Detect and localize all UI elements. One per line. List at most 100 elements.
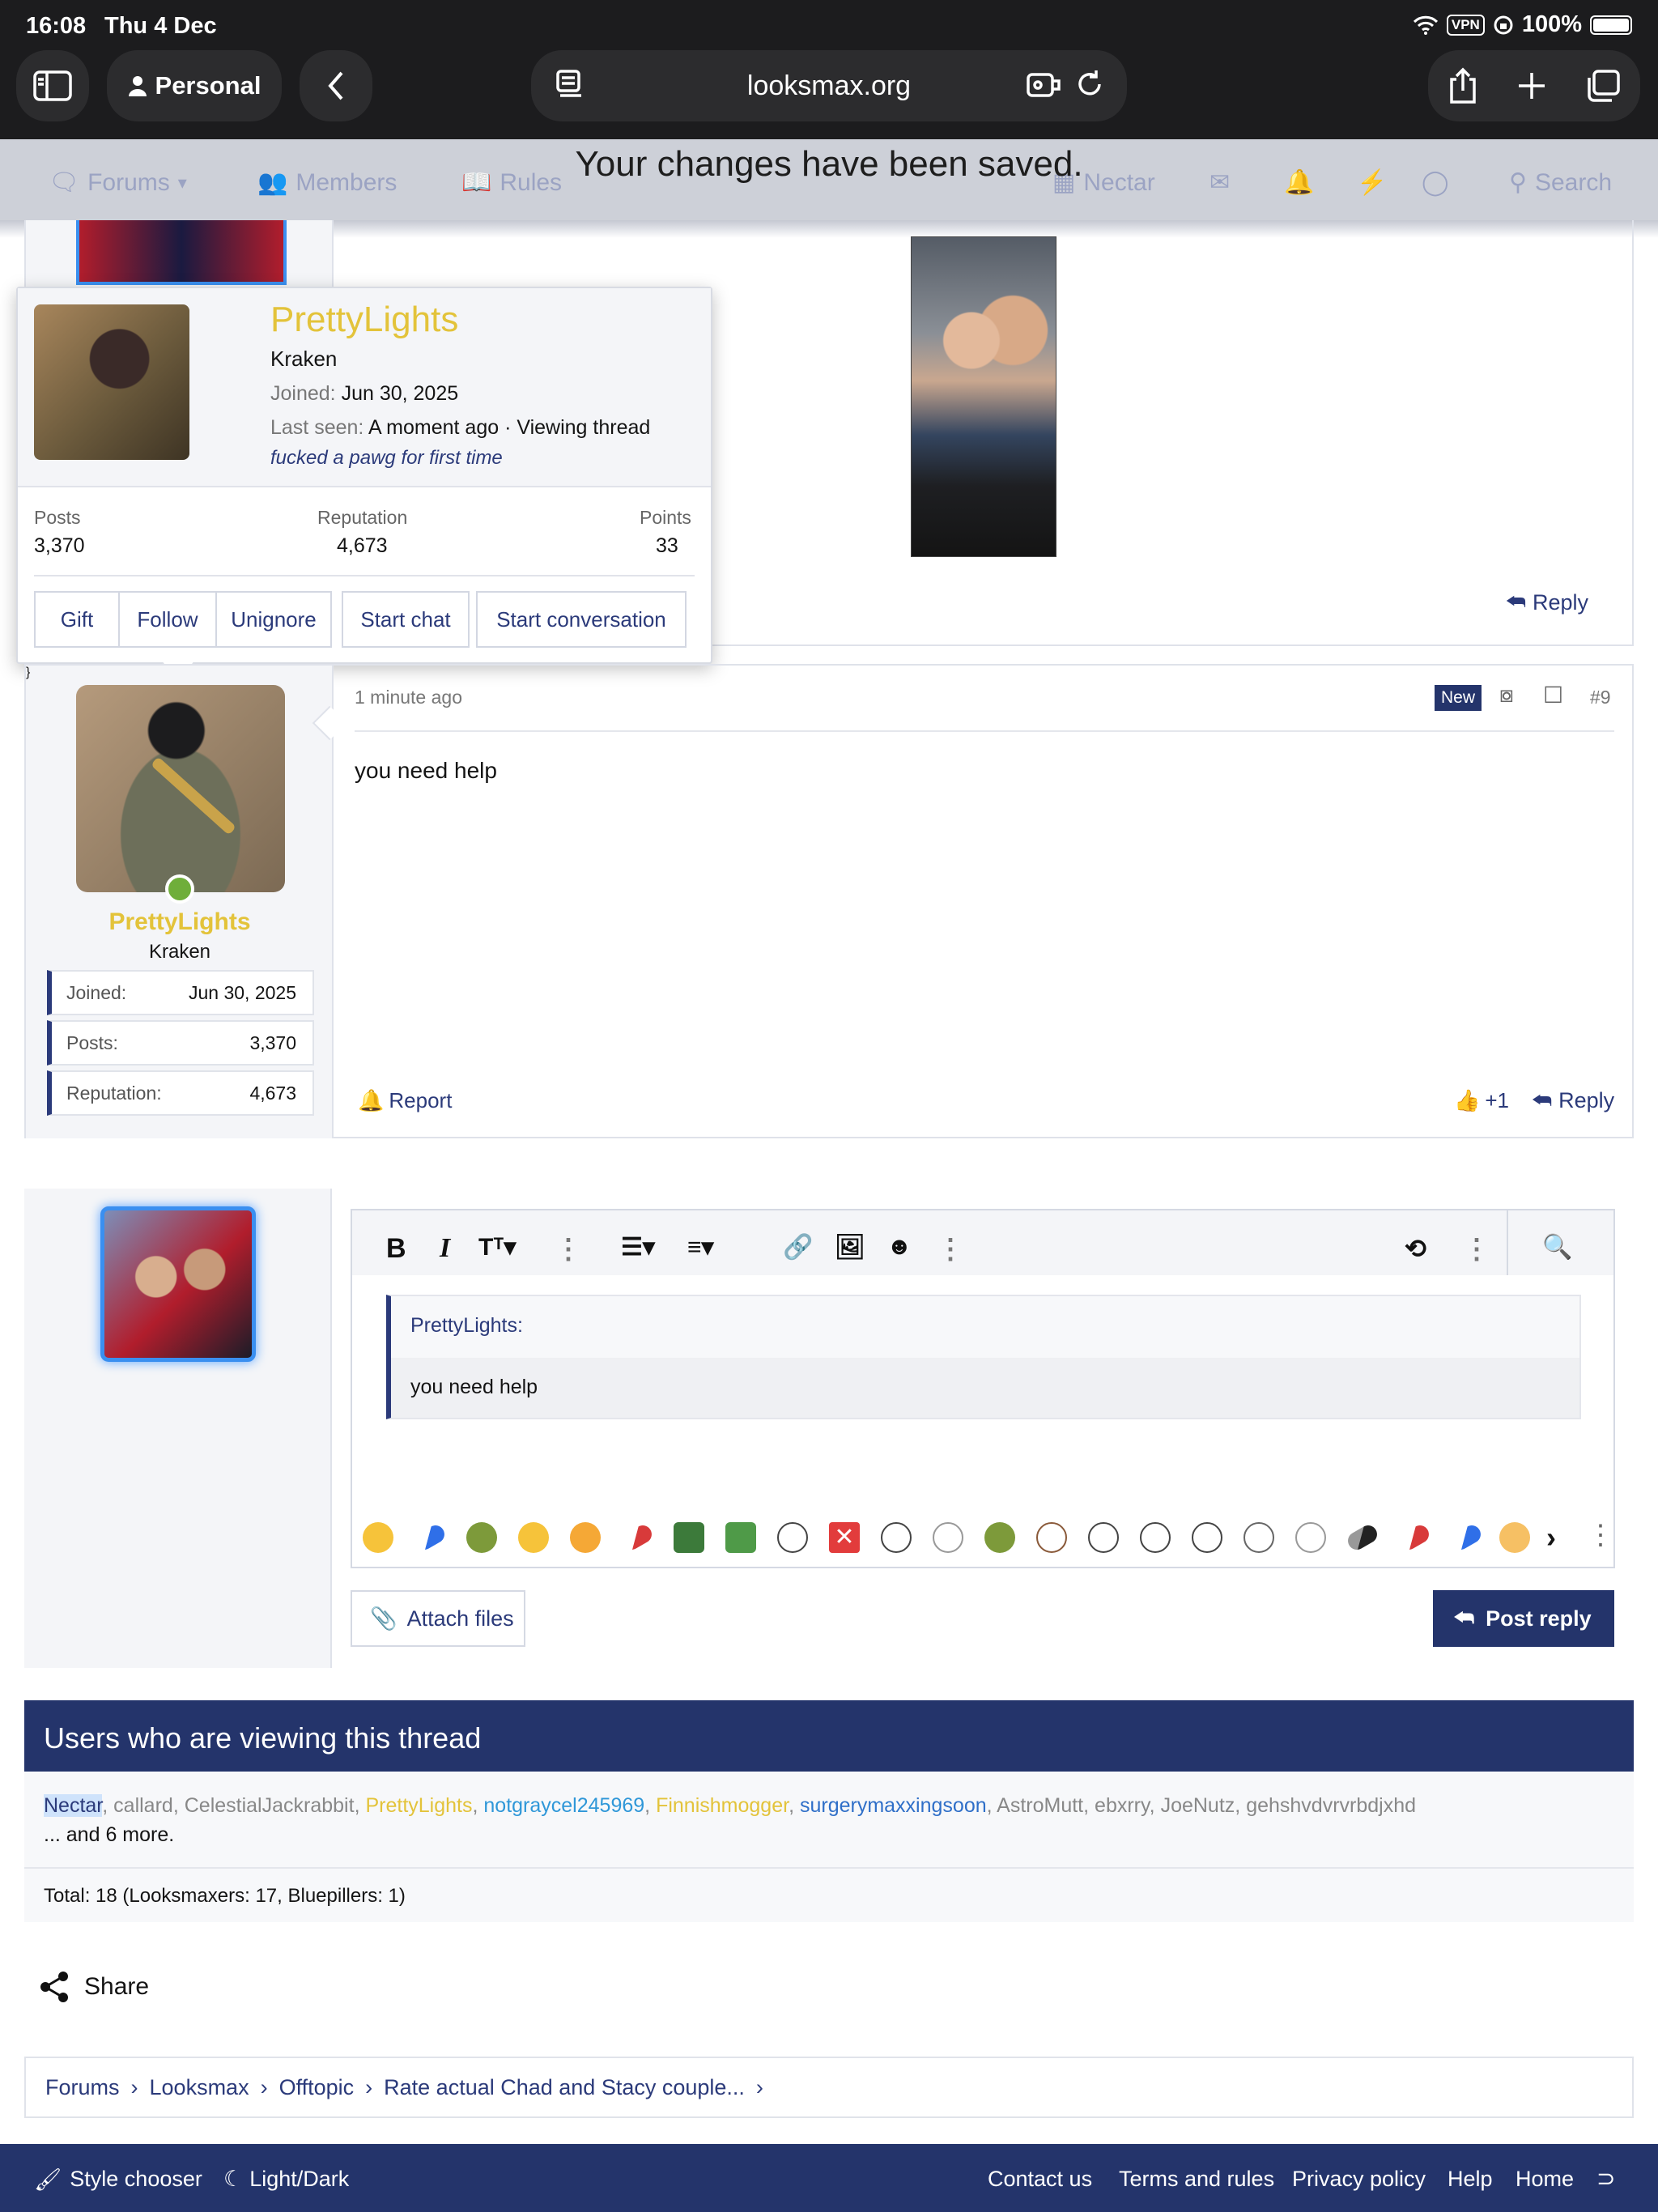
reply-button[interactable]: ⮪ Reply (1532, 1088, 1614, 1114)
shrek-icon[interactable] (466, 1522, 497, 1553)
grimace-emoji-icon[interactable] (570, 1522, 601, 1553)
breadcrumb-forums[interactable]: Forums (45, 2075, 120, 2100)
follow-button[interactable]: Follow (118, 591, 217, 648)
footer-help[interactable]: Help (1448, 2167, 1493, 2192)
viewer-user[interactable]: JoeNutz (1161, 1794, 1235, 1817)
viewer-separator: , (789, 1794, 800, 1817)
wojak-icon[interactable] (1088, 1522, 1119, 1553)
tooltip-avatar[interactable] (34, 304, 189, 460)
post-divider (355, 730, 1614, 732)
start-conversation-button[interactable]: Start conversation (476, 591, 687, 648)
style-chooser[interactable]: 🖌 Style chooser (34, 2167, 202, 2193)
viewer-user[interactable]: ebxrry (1095, 1794, 1150, 1817)
link-icon[interactable]: 🔗 (783, 1233, 813, 1261)
thumbs-up-icon: 👍 (1454, 1088, 1481, 1112)
tooltip-status: fucked a pawg for first time (270, 447, 503, 469)
share-post-icon[interactable]: ⧇ (1499, 682, 1514, 708)
viewer-user[interactable]: Finnishmogger (656, 1794, 789, 1817)
more-vertical-icon[interactable]: ⋮ (937, 1233, 964, 1266)
footer-home[interactable]: Home (1516, 2167, 1574, 2192)
viewer-user[interactable]: PrettyLights (365, 1794, 472, 1817)
pepe-icon[interactable] (674, 1522, 704, 1553)
wojak-icon[interactable] (1140, 1522, 1171, 1553)
chevron-right-icon[interactable]: › (1546, 1521, 1556, 1555)
share-link[interactable]: Share (39, 1971, 149, 2003)
current-user-avatar[interactable] (100, 1206, 256, 1362)
viewers-more: ... and 6 more. (44, 1823, 175, 1846)
tooltip-rep: 4,673 (337, 534, 388, 557)
breadcrumb-thread[interactable]: Rate actual Chad and Stacy couple... (384, 2075, 745, 2100)
attach-files-button[interactable]: 📎 Attach files (351, 1590, 525, 1647)
unignore-button[interactable]: Unignore (215, 591, 332, 648)
viewer-user[interactable]: Nectar (44, 1794, 103, 1817)
sidebar-toggle-button[interactable] (16, 50, 89, 121)
trollface-icon[interactable] (1244, 1522, 1274, 1553)
wojak-icon[interactable] (933, 1522, 963, 1553)
more-vertical-icon[interactable]: ⋮ (1587, 1519, 1614, 1551)
shrek-icon[interactable] (984, 1522, 1015, 1553)
attached-image[interactable] (911, 236, 1056, 557)
pepe-laugh-icon[interactable] (725, 1522, 756, 1553)
stat-posts: Posts: 3,370 (47, 1020, 314, 1066)
viewer-user[interactable]: gehshvdvrvrbdjxhd (1246, 1794, 1416, 1817)
viewer-user[interactable]: callard (113, 1794, 173, 1817)
share-icon[interactable] (1447, 66, 1479, 105)
footer-contact[interactable]: Contact us (988, 2167, 1092, 2192)
light-dark-toggle[interactable]: ☾ Light/Dark (223, 2167, 349, 2192)
viewer-user[interactable]: AstroMutt (997, 1794, 1083, 1817)
bookmark-icon[interactable]: ☐ (1543, 682, 1563, 708)
start-chat-button[interactable]: Start chat (342, 591, 470, 648)
more-vertical-icon[interactable]: ⋮ (1463, 1233, 1490, 1266)
report-link[interactable]: 🔔 Report (358, 1088, 452, 1113)
image-icon[interactable]: 🖼 (835, 1233, 865, 1261)
gift-button[interactable]: Gift (34, 591, 120, 648)
post-author-avatar[interactable] (76, 685, 285, 892)
undo-icon[interactable]: ⟲ (1405, 1233, 1426, 1264)
post-number[interactable]: #9 (1590, 687, 1611, 708)
footer-terms[interactable]: Terms and rules (1119, 2167, 1274, 2192)
wojak-icon[interactable] (777, 1522, 808, 1553)
wojak-icon[interactable] (1036, 1522, 1067, 1553)
align-icon[interactable]: ≡▾ (687, 1233, 714, 1261)
zany-emoji-icon[interactable] (518, 1522, 549, 1553)
tooltip-username[interactable]: PrettyLights (270, 300, 458, 340)
quote-body: you need help (410, 1376, 538, 1398)
wojak-icon[interactable] (1192, 1522, 1222, 1553)
footer-privacy[interactable]: Privacy policy (1292, 2167, 1426, 2192)
like-count[interactable]: 👍 +1 (1454, 1088, 1509, 1113)
breadcrumb-offtopic[interactable]: Offtopic (279, 2075, 355, 2100)
back-button[interactable] (300, 50, 372, 121)
rss-icon[interactable]: ⊃ (1596, 2165, 1615, 2192)
viewer-user[interactable]: CelestialJackrabbit (185, 1794, 355, 1817)
post-reply-button[interactable]: ⮪ Post reply (1433, 1590, 1614, 1647)
wojak-icon[interactable] (1295, 1522, 1326, 1553)
viewer-user[interactable]: surgerymaxxingsoon (800, 1794, 987, 1817)
quote-body-bg (391, 1358, 1579, 1418)
previous-post-reply[interactable]: ⮪ Reply (1506, 589, 1588, 615)
post-time[interactable]: 1 minute ago (355, 687, 462, 708)
italic-icon[interactable]: I (440, 1233, 450, 1264)
more-vertical-icon[interactable]: ⋮ (555, 1233, 582, 1266)
smiley-icon[interactable]: ☻ (886, 1233, 912, 1261)
tooltip-joined: Joined: Jun 30, 2025 (270, 382, 459, 405)
wojak-icon[interactable] (881, 1522, 912, 1553)
breadcrumb-looksmax[interactable]: Looksmax (150, 2075, 249, 2100)
stat-reputation: Reputation: 4,673 (47, 1070, 314, 1116)
x-mark-icon[interactable]: ✕ (829, 1522, 860, 1553)
bold-icon[interactable]: B (386, 1233, 406, 1265)
address-bar[interactable]: looksmax.org (531, 50, 1127, 121)
post-author-name[interactable]: PrettyLights (26, 908, 334, 936)
text-size-icon[interactable]: Tᵀ▾ (478, 1233, 516, 1261)
tabs-icon[interactable] (1584, 68, 1622, 104)
new-tab-icon[interactable] (1516, 70, 1548, 102)
quote-block[interactable]: PrettyLights: you need help (386, 1295, 1581, 1419)
post-9: PrettyLights Kraken Joined: Jun 30, 2025 … (24, 664, 1634, 1138)
previous-author-avatar[interactable] (76, 220, 287, 285)
smile-emoji-icon[interactable] (1499, 1522, 1530, 1553)
viewer-separator: , (1149, 1794, 1161, 1817)
viewer-user[interactable]: notgraycel245969 (483, 1794, 644, 1817)
laughing-emoji-icon[interactable] (363, 1522, 393, 1553)
profile-button[interactable]: Personal (107, 50, 282, 121)
preview-icon[interactable]: 🔍 (1542, 1233, 1572, 1261)
list-icon[interactable]: ☰▾ (621, 1233, 655, 1261)
